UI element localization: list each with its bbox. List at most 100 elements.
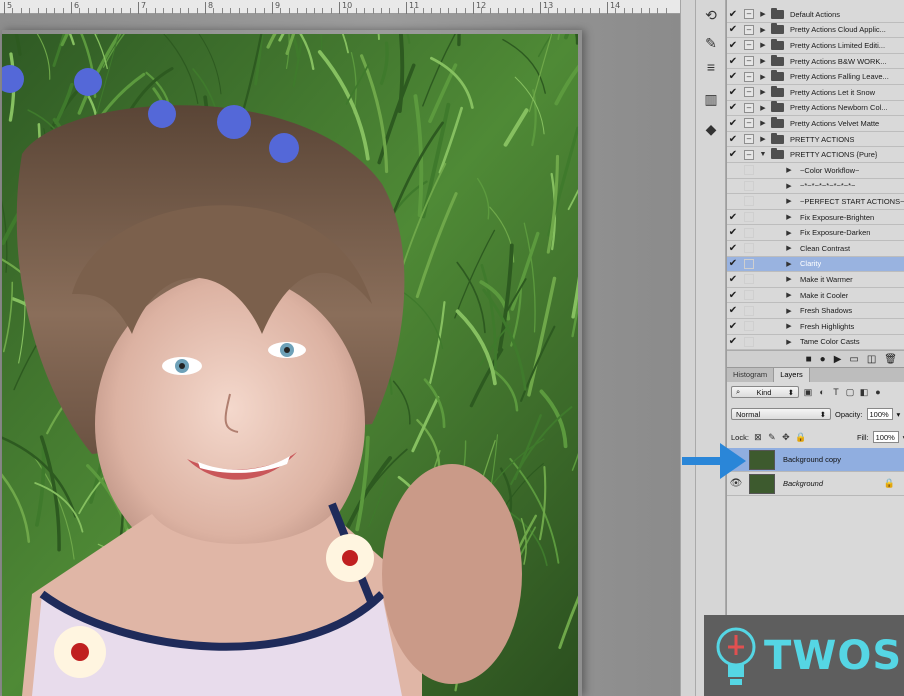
dialog-toggle-icon[interactable]: – [744, 149, 754, 160]
expand-right-icon[interactable]: ▶ [784, 322, 794, 330]
expand-right-icon[interactable]: ▶ [784, 307, 794, 315]
record-icon[interactable]: ● [820, 354, 826, 365]
dialog-toggle-icon[interactable]: – [744, 9, 754, 20]
expand-right-icon[interactable]: ▶ [784, 275, 794, 283]
lock-transparent-icon[interactable]: ⊠ [753, 432, 763, 442]
blend-mode-select[interactable]: Normal ⬍ [731, 408, 831, 420]
stop-icon[interactable]: ■ [806, 354, 812, 365]
filter-smart-icon[interactable]: ◧ [859, 387, 869, 397]
expand-right-icon[interactable]: ▶ [784, 213, 794, 221]
dialog-toggle-icon[interactable] [744, 290, 754, 301]
layer-name[interactable]: Background [783, 479, 823, 488]
action-set[interactable]: ✔ – ▶ Default Actions [727, 7, 904, 23]
layer-row-background-copy[interactable]: Background copy [727, 448, 904, 472]
toggle-check-icon[interactable]: ✔ [727, 9, 739, 20]
toggle-check-icon[interactable]: ✔ [727, 71, 739, 82]
expand-right-icon[interactable]: ▶ [784, 338, 794, 346]
toggle-check-icon[interactable]: ✔ [727, 227, 739, 238]
layer-row-background[interactable]: 👁 Background 🔒 [727, 472, 904, 496]
toggle-check-icon[interactable]: ✔ [727, 24, 739, 35]
fill-field[interactable]: 100% [872, 431, 899, 443]
dialog-toggle-icon[interactable] [744, 196, 754, 207]
action-set[interactable]: ✔ – ▶ Pretty Actions Velvet Matte [727, 116, 904, 132]
expand-right-icon[interactable]: ▶ [758, 10, 768, 18]
action-item[interactable]: ▶ ~PERFECT START ACTIONS~ [727, 194, 904, 210]
filter-pixel-icon[interactable]: ▣ [803, 387, 813, 397]
lock-image-icon[interactable]: ✎ [767, 432, 777, 442]
dialog-toggle-icon[interactable]: – [744, 87, 754, 98]
toggle-check-icon[interactable]: ✔ [727, 274, 739, 285]
tab-layers[interactable]: Layers [774, 368, 810, 382]
filter-adjust-icon[interactable]: ◐ [817, 387, 827, 397]
properties-icon[interactable]: ▥ [700, 88, 722, 110]
document-canvas[interactable]: 5 6 7 8 9 10 11 12 13 14 [0, 0, 695, 696]
lock-position-icon[interactable]: ✥ [781, 432, 791, 442]
dialog-toggle-icon[interactable] [744, 180, 754, 191]
action-item[interactable]: ✔ ▶ Fresh Highlights [727, 319, 904, 335]
action-item[interactable]: ▶ ~*~*~*~*~*~*~*~ [727, 179, 904, 195]
action-set[interactable]: ✔ – ▶ Pretty Actions Limited Editi... [727, 38, 904, 54]
filter-type-icon[interactable]: T [831, 387, 841, 397]
dialog-toggle-icon[interactable] [744, 336, 754, 347]
expand-right-icon[interactable]: ▶ [784, 291, 794, 299]
dialog-toggle-icon[interactable] [744, 305, 754, 316]
brush-presets-icon[interactable]: ✎ [700, 32, 722, 54]
action-set[interactable]: ✔ – ▶ Pretty Actions B&W WORK... [727, 54, 904, 70]
dialog-toggle-icon[interactable]: – [744, 102, 754, 113]
filter-kind-select[interactable]: ⌕ Kind ⬍ [731, 386, 799, 398]
dialog-toggle-icon[interactable] [744, 243, 754, 254]
toggle-check-icon[interactable]: ✔ [727, 212, 739, 223]
expand-down-icon[interactable]: ▼ [758, 151, 768, 158]
action-set[interactable]: ✔ – ▶ PRETTY ACTIONS [727, 132, 904, 148]
expand-right-icon[interactable]: ▶ [784, 260, 794, 268]
expand-right-icon[interactable]: ▶ [758, 26, 768, 34]
history-brush-icon[interactable]: ⟲ [700, 4, 722, 26]
expand-right-icon[interactable]: ▶ [758, 88, 768, 96]
action-item[interactable]: ✔ ▶ Fresh Shadows [727, 303, 904, 319]
expand-right-icon[interactable]: ▶ [784, 182, 794, 190]
new-set-icon[interactable]: ▭ [849, 354, 858, 365]
action-set[interactable]: ✔ – ▼ PRETTY ACTIONS {Pure} [727, 147, 904, 163]
expand-right-icon[interactable]: ▶ [784, 166, 794, 174]
dialog-toggle-icon[interactable] [744, 258, 754, 269]
action-item[interactable]: ✔ ▶ Clarity [727, 256, 904, 273]
dialog-toggle-icon[interactable]: – [744, 24, 754, 35]
delete-icon[interactable]: 🗑 [884, 354, 897, 365]
dialog-toggle-icon[interactable] [744, 165, 754, 176]
action-set[interactable]: ✔ – ▶ Pretty Actions Let it Snow [727, 85, 904, 101]
filter-shape-icon[interactable]: ▢ [845, 387, 855, 397]
expand-right-icon[interactable]: ▶ [758, 57, 768, 65]
action-item[interactable]: ✔ ▶ Make it Cooler [727, 288, 904, 304]
dialog-toggle-icon[interactable]: – [744, 56, 754, 67]
toggle-check-icon[interactable]: ✔ [727, 40, 739, 51]
action-item[interactable]: ✔ ▶ Fix Exposure-Darken [727, 225, 904, 241]
toggle-check-icon[interactable]: ✔ [727, 134, 739, 145]
expand-right-icon[interactable]: ▶ [758, 41, 768, 49]
action-item[interactable]: ▶ ~Color Workflow~ [727, 163, 904, 179]
dialog-toggle-icon[interactable]: – [744, 40, 754, 51]
toggle-check-icon[interactable]: ✔ [727, 102, 739, 113]
dialog-toggle-icon[interactable] [744, 227, 754, 238]
action-item[interactable]: ✔ ▶ Make it Warmer [727, 272, 904, 288]
toggle-check-icon[interactable]: ✔ [727, 243, 739, 254]
chevron-down-icon[interactable]: ▾ [897, 410, 901, 419]
toggle-check-icon[interactable]: ✔ [727, 290, 739, 301]
expand-right-icon[interactable]: ▶ [758, 104, 768, 112]
dialog-toggle-icon[interactable]: – [744, 71, 754, 82]
photo-image[interactable] [2, 34, 578, 696]
dialog-toggle-icon[interactable] [744, 212, 754, 223]
tab-histogram[interactable]: Histogram [727, 368, 775, 382]
action-item[interactable]: ✔ ▶ Fix Exposure-Brighten [727, 210, 904, 226]
toggle-check-icon[interactable]: ✔ [727, 336, 739, 347]
3d-cube-icon[interactable]: ◆ [700, 118, 722, 140]
toggle-check-icon[interactable]: ✔ [727, 258, 739, 269]
action-set[interactable]: ✔ – ▶ Pretty Actions Falling Leave... [727, 69, 904, 85]
layer-name[interactable]: Background copy [783, 455, 841, 464]
expand-right-icon[interactable]: ▶ [784, 197, 794, 205]
dialog-toggle-icon[interactable]: – [744, 118, 754, 129]
dialog-toggle-icon[interactable]: – [744, 134, 754, 145]
dialog-toggle-icon[interactable] [744, 274, 754, 285]
expand-right-icon[interactable]: ▶ [758, 119, 768, 127]
expand-right-icon[interactable]: ▶ [758, 73, 768, 81]
dialog-toggle-icon[interactable] [744, 321, 754, 332]
